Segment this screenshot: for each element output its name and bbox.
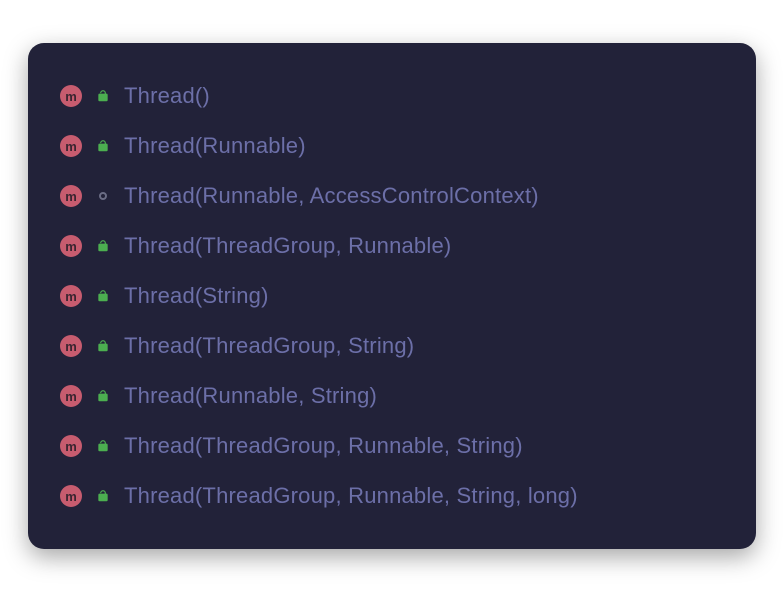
method-icon-letter: m (65, 190, 77, 203)
visibility-public-icon (94, 137, 112, 155)
visibility-public-icon (94, 487, 112, 505)
method-icon: m (60, 385, 82, 407)
method-icon-letter: m (65, 390, 77, 403)
method-icon-letter: m (65, 240, 77, 253)
list-item[interactable]: m Thread(ThreadGroup, Runnable) (60, 221, 724, 271)
method-icon: m (60, 335, 82, 357)
visibility-package-icon (94, 187, 112, 205)
method-icon: m (60, 435, 82, 457)
visibility-public-icon (94, 87, 112, 105)
method-icon-letter: m (65, 290, 77, 303)
method-icon-letter: m (65, 490, 77, 503)
completion-popup: m Thread() m Thread(Runnable) m Thread(R… (28, 43, 756, 549)
visibility-public-icon (94, 387, 112, 405)
method-signature: Thread() (124, 83, 210, 109)
method-icon-letter: m (65, 140, 77, 153)
method-icon-letter: m (65, 90, 77, 103)
method-signature: Thread(ThreadGroup, Runnable, String) (124, 433, 523, 459)
list-item[interactable]: m Thread(ThreadGroup, Runnable, String) (60, 421, 724, 471)
visibility-public-icon (94, 437, 112, 455)
method-icon: m (60, 235, 82, 257)
list-item[interactable]: m Thread(String) (60, 271, 724, 321)
method-icon: m (60, 85, 82, 107)
method-icon: m (60, 485, 82, 507)
visibility-public-icon (94, 337, 112, 355)
method-icon: m (60, 135, 82, 157)
method-signature: Thread(Runnable, AccessControlContext) (124, 183, 539, 209)
method-icon-letter: m (65, 440, 77, 453)
list-item[interactable]: m Thread() (60, 71, 724, 121)
list-item[interactable]: m Thread(Runnable, String) (60, 371, 724, 421)
list-item[interactable]: m Thread(ThreadGroup, String) (60, 321, 724, 371)
visibility-public-icon (94, 237, 112, 255)
method-signature: Thread(Runnable) (124, 133, 306, 159)
method-icon: m (60, 285, 82, 307)
list-item[interactable]: m Thread(Runnable, AccessControlContext) (60, 171, 724, 221)
list-item[interactable]: m Thread(ThreadGroup, Runnable, String, … (60, 471, 724, 521)
method-icon-letter: m (65, 340, 77, 353)
method-signature: Thread(ThreadGroup, String) (124, 333, 414, 359)
method-signature: Thread(ThreadGroup, Runnable, String, lo… (124, 483, 578, 509)
method-signature: Thread(Runnable, String) (124, 383, 377, 409)
method-signature: Thread(ThreadGroup, Runnable) (124, 233, 451, 259)
method-signature: Thread(String) (124, 283, 269, 309)
method-icon: m (60, 185, 82, 207)
list-item[interactable]: m Thread(Runnable) (60, 121, 724, 171)
visibility-public-icon (94, 287, 112, 305)
